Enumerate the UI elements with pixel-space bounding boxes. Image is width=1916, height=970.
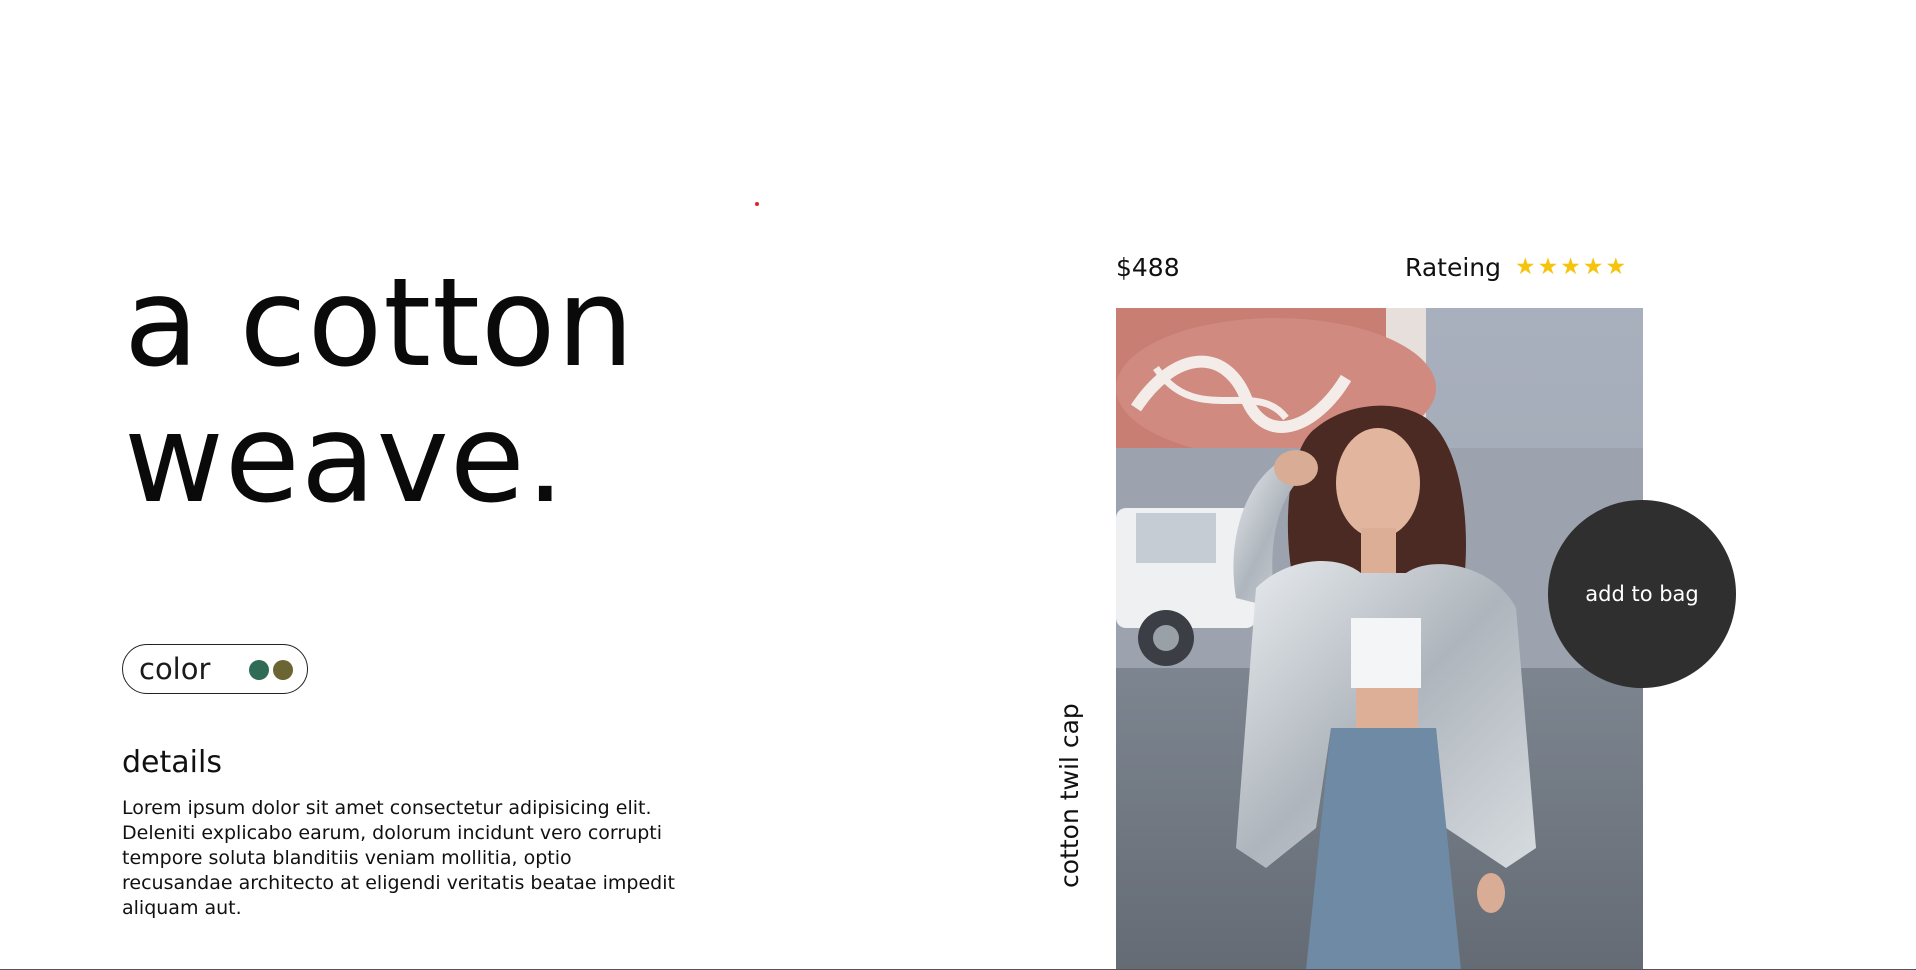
red-dot-marker: [755, 202, 759, 206]
star-icon: ★: [1582, 254, 1604, 280]
hero-title: a cotton weave.: [124, 255, 635, 527]
rating-stars: ★ ★ ★ ★ ★: [1515, 256, 1628, 279]
color-label: color: [139, 651, 211, 686]
star-icon: ★: [1560, 254, 1581, 280]
product-price: $488: [1116, 253, 1180, 282]
star-icon: ★: [1605, 254, 1627, 280]
hero-title-line-1: a cotton: [124, 252, 635, 394]
details-heading: details: [122, 745, 222, 780]
green-swatch[interactable]: [249, 660, 269, 680]
star-icon: ★: [1514, 254, 1536, 280]
star-icon: ★: [1537, 254, 1559, 280]
details-description: Lorem ipsum dolor sit amet consectetur a…: [122, 797, 675, 919]
hero-title-line-2: weave.: [124, 388, 566, 530]
product-name-vertical: cotton twil cap: [1055, 703, 1084, 888]
color-swatches: [249, 660, 293, 680]
color-selector[interactable]: color: [122, 644, 308, 694]
rating-label: Rateing: [1405, 253, 1501, 282]
product-rating: Rateing ★ ★ ★ ★ ★: [1405, 253, 1628, 282]
olive-swatch[interactable]: [273, 660, 293, 680]
add-to-bag-button[interactable]: add to bag: [1548, 500, 1736, 688]
product-page: a cotton weave. color details Lorem ipsu…: [0, 0, 1916, 970]
